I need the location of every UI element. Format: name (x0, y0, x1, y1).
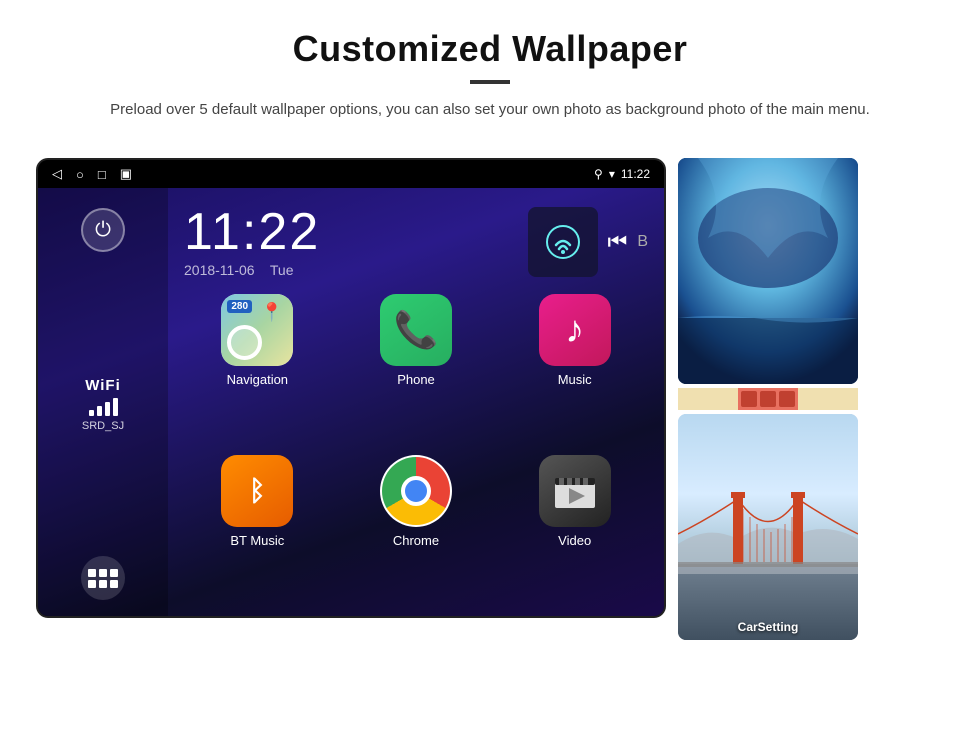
wifi-bar-2 (97, 406, 102, 416)
app-item-navigation[interactable]: 280 📍 Navigation (184, 294, 331, 443)
grid-dot (88, 569, 96, 577)
grid-dot (110, 580, 118, 588)
wifi-label: WiFi (82, 377, 124, 394)
ice-cave-image (678, 158, 858, 384)
app-item-music[interactable]: ♪ Music (501, 294, 648, 443)
center-content: 11:22 2018-11-06 Tue (168, 188, 664, 618)
grid-dot (99, 580, 107, 588)
golden-gate-svg (678, 414, 858, 640)
content-area: ◁ ○ □ ▣ ⚲ ▾ 11:22 ⏻ WiFi (0, 158, 980, 640)
device-mockup: ◁ ○ □ ▣ ⚲ ▾ 11:22 ⏻ WiFi (36, 158, 666, 618)
screenshot-icon: ▣ (120, 166, 132, 182)
time-date-row: 11:22 2018-11-06 Tue (184, 198, 648, 294)
wifi-bar-4 (113, 398, 118, 416)
bluetooth-icon: ᛒ (249, 475, 266, 507)
phone-app-icon: 📞 (380, 294, 452, 366)
status-right: ⚲ ▾ 11:22 (594, 167, 650, 181)
video-label: Video (558, 533, 591, 548)
status-bar: ◁ ○ □ ▣ ⚲ ▾ 11:22 (38, 160, 664, 188)
grid-dot (99, 569, 107, 577)
clock-area: 11:22 2018-11-06 Tue (184, 206, 320, 278)
clock-date: 2018-11-06 Tue (184, 262, 320, 278)
music-label: Music (558, 372, 592, 387)
media-icon-box (528, 207, 598, 277)
music-note-icon: ♪ (565, 309, 584, 352)
status-time: 11:22 (621, 167, 650, 181)
video-app-icon (539, 455, 611, 527)
chrome-outer-ring (382, 457, 450, 525)
navigation-app-icon: 280 📍 (221, 294, 293, 366)
strip-icons (739, 389, 797, 409)
music-app-icon: ♪ (539, 294, 611, 366)
nav-badge: 280 (227, 300, 252, 313)
phone-icon: 📞 (394, 309, 439, 351)
page-header: Customized Wallpaper Preload over 5 defa… (0, 0, 980, 140)
ice-svg (678, 158, 858, 384)
wifi-signal-icon (544, 223, 582, 261)
status-nav-icons: ◁ ○ □ ▣ (52, 166, 132, 182)
navigation-label: Navigation (227, 372, 288, 387)
app-item-video[interactable]: Video (501, 455, 648, 604)
page-subtitle: Preload over 5 default wallpaper options… (80, 98, 900, 122)
apps-grid-button[interactable] (81, 556, 125, 600)
golden-gate-image: CarSetting (678, 414, 858, 640)
title-divider (470, 80, 510, 84)
wallpaper-strip (678, 388, 858, 410)
app-item-phone[interactable]: 📞 Phone (343, 294, 490, 443)
wallpaper-thumb-ice[interactable] (678, 158, 858, 384)
app-grid: 280 📍 Navigation 📞 Phone (184, 294, 648, 604)
wifi-bar-3 (105, 402, 110, 416)
bt-music-label: BT Music (230, 533, 284, 548)
phone-label: Phone (397, 372, 435, 387)
carsetting-label: CarSetting (738, 620, 799, 634)
power-button[interactable]: ⏻ (81, 208, 125, 252)
sidebar: ⏻ WiFi SRD_SJ (38, 188, 168, 618)
recents-icon: □ (98, 167, 106, 182)
prev-track-icon[interactable]: ⏮ (608, 229, 628, 255)
bt-music-app-icon: ᛒ (221, 455, 293, 527)
location-icon: ⚲ (594, 167, 603, 181)
page-title: Customized Wallpaper (60, 28, 920, 70)
wifi-status-icon: ▾ (609, 167, 615, 181)
wifi-info: WiFi SRD_SJ (82, 377, 124, 432)
chrome-inner-circle (401, 476, 431, 506)
wallpaper-thumbnails: CarSetting (678, 158, 858, 640)
clapperboard-icon (551, 470, 599, 512)
grid-dot (88, 580, 96, 588)
home-icon: ○ (76, 167, 84, 182)
screen-main: ⏻ WiFi SRD_SJ (38, 188, 664, 618)
wifi-network: SRD_SJ (82, 420, 124, 432)
clock-time: 11:22 (184, 206, 320, 258)
app-item-chrome[interactable]: Chrome (343, 455, 490, 604)
nav-pin-icon: 📍 (261, 302, 283, 323)
strip-element (738, 388, 798, 410)
app-item-bt-music[interactable]: ᛒ BT Music (184, 455, 331, 604)
media-widget: ⏮ B (528, 207, 648, 277)
grid-dot (110, 569, 118, 577)
wifi-bars (82, 398, 124, 416)
back-icon: ◁ (52, 166, 62, 182)
chrome-app-icon (380, 455, 452, 527)
grid-dots (88, 569, 118, 588)
track-letter: B (637, 233, 648, 251)
chrome-label: Chrome (393, 533, 439, 548)
wallpaper-thumb-golden-gate[interactable]: CarSetting (678, 414, 858, 640)
wifi-bar-1 (89, 410, 94, 416)
